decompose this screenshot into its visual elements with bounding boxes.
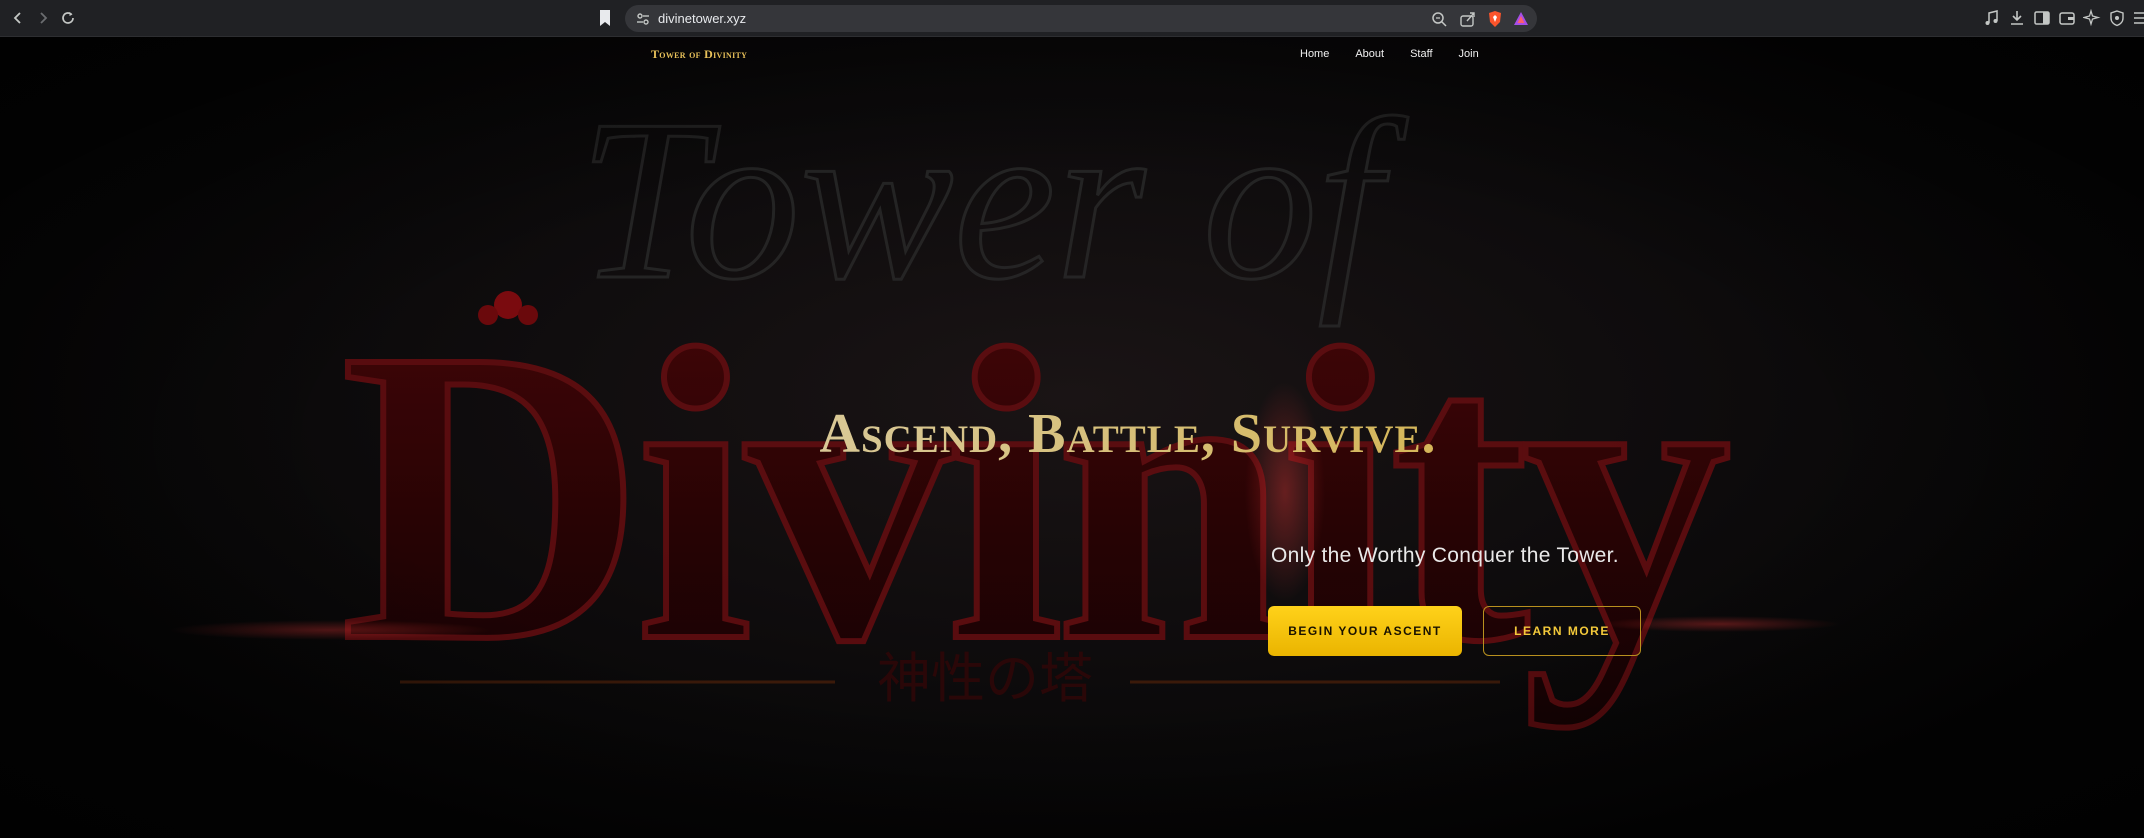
hero-title: Ascend, Battle, Survive. bbox=[0, 402, 2144, 466]
hero-title-battle: Battle, bbox=[1028, 403, 1216, 465]
nav-home[interactable]: Home bbox=[1300, 48, 1329, 60]
download-icon[interactable] bbox=[2008, 9, 2026, 27]
hero-title-ascend: Ascend, bbox=[819, 403, 1014, 465]
menu-icon[interactable] bbox=[2130, 9, 2144, 27]
nav-about[interactable]: About bbox=[1355, 48, 1384, 60]
sidebar-icon[interactable] bbox=[2033, 9, 2051, 27]
site-settings-icon[interactable] bbox=[635, 11, 651, 27]
site-logo[interactable]: Tower of Divinity bbox=[651, 47, 747, 62]
bookmark-icon[interactable] bbox=[598, 9, 612, 27]
music-icon[interactable] bbox=[1983, 9, 2001, 27]
hero-tagline: Only the Worthy Conquer the Tower. bbox=[1271, 544, 1619, 567]
brave-rewards-icon[interactable] bbox=[1512, 10, 1530, 28]
brave-shield-icon[interactable] bbox=[1486, 10, 1504, 28]
reload-icon[interactable] bbox=[58, 8, 78, 28]
back-icon[interactable] bbox=[8, 8, 28, 28]
leo-ai-icon[interactable] bbox=[2083, 9, 2101, 27]
share-icon[interactable] bbox=[1459, 10, 1477, 28]
wallet-icon[interactable] bbox=[2058, 9, 2076, 27]
site-nav: Home About Staff Join bbox=[1300, 48, 1479, 60]
vpn-icon[interactable] bbox=[2108, 9, 2126, 27]
page-content: Tower of Divinity 神性の塔 Tower of Divinity bbox=[0, 37, 2144, 838]
learn-more-button[interactable]: LEARN MORE bbox=[1483, 606, 1641, 656]
nav-join[interactable]: Join bbox=[1459, 48, 1479, 60]
nav-staff[interactable]: Staff bbox=[1410, 48, 1432, 60]
forward-icon[interactable] bbox=[33, 8, 53, 28]
zoom-icon[interactable] bbox=[1430, 10, 1448, 28]
address-bar[interactable]: divinetower.xyz bbox=[625, 5, 1537, 32]
url-text[interactable]: divinetower.xyz bbox=[658, 11, 746, 26]
hero-title-survive: Survive. bbox=[1230, 403, 1437, 465]
browser-toolbar: divinetower.xyz bbox=[0, 0, 2144, 37]
begin-your-ascent-button[interactable]: BEGIN YOUR ASCENT bbox=[1268, 606, 1462, 656]
